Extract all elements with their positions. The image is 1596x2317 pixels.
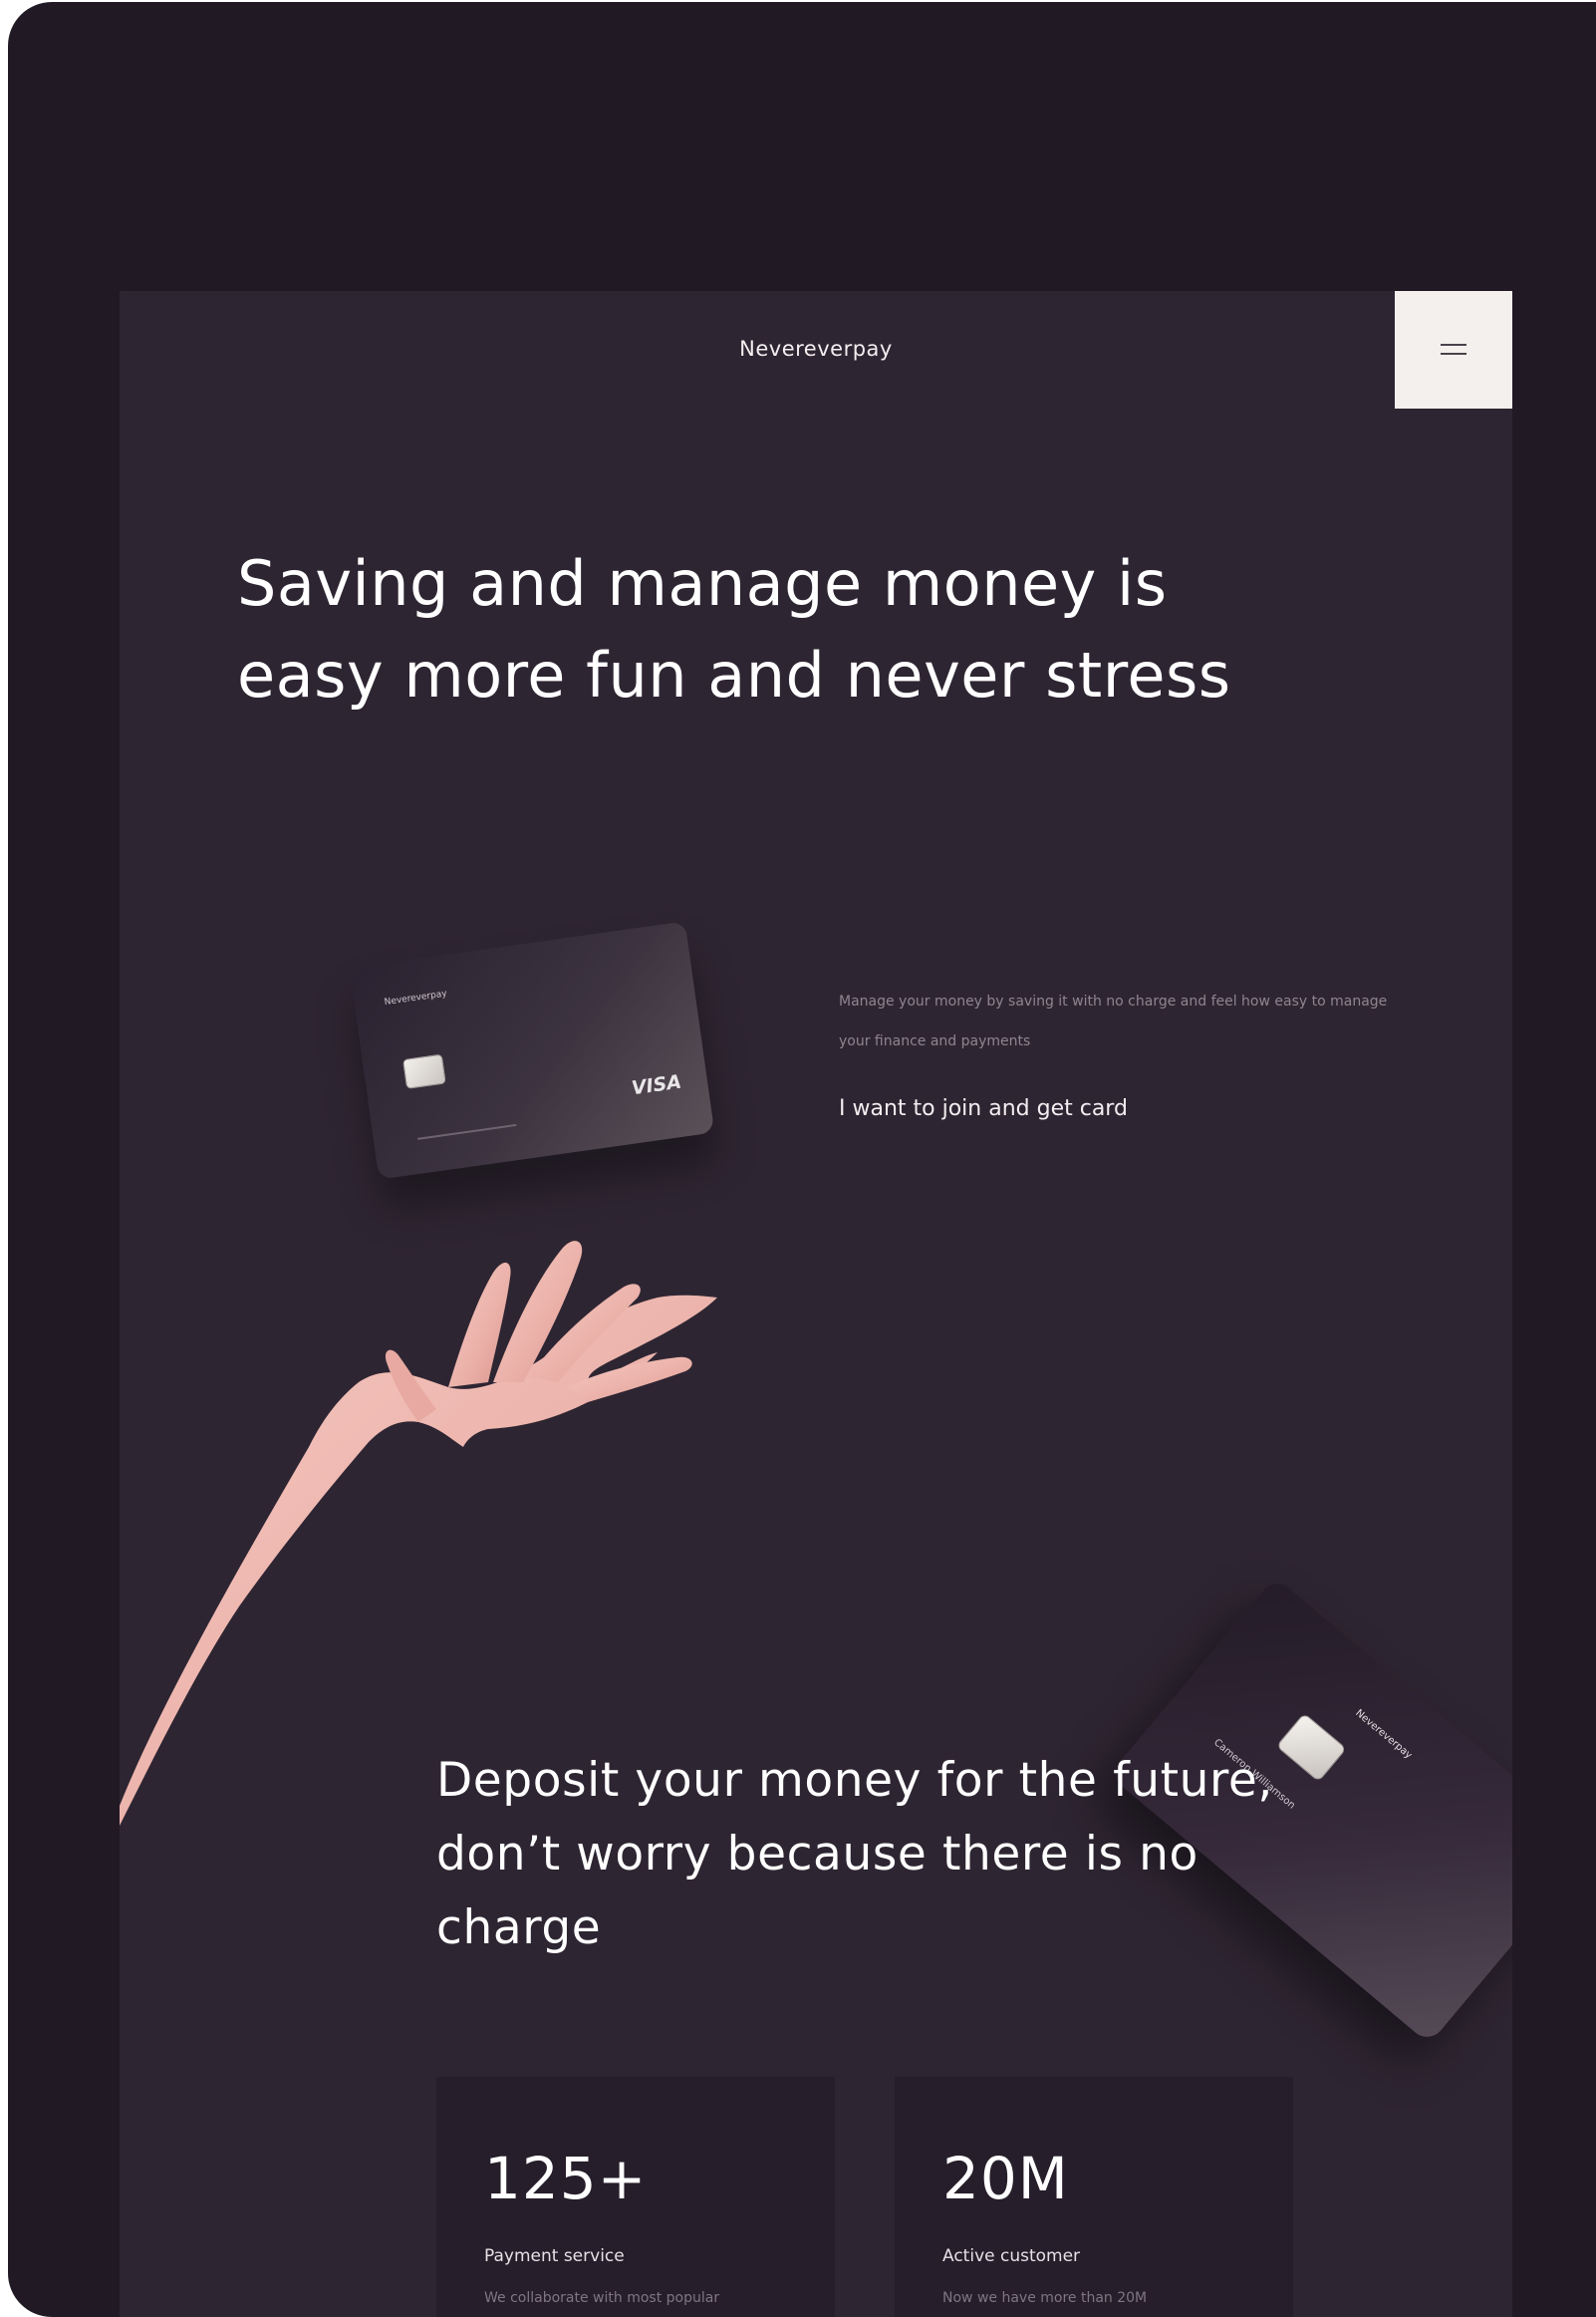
website-preview: Nevereverpay Saving and manage money is …	[120, 291, 1512, 2317]
card-brand: Nevereverpay	[384, 989, 448, 1009]
deposit-title: Deposit your money for the future, don’t…	[436, 1753, 1273, 1955]
stat-number: 125+	[484, 2145, 648, 2212]
menu-button[interactable]	[1395, 291, 1512, 409]
stat-description: We collaborate with most popular	[484, 2290, 720, 2306]
card-chip-icon	[402, 1053, 446, 1089]
hand-image	[120, 1241, 717, 1826]
card-front-image: Nevereverpay VISA	[349, 921, 715, 1180]
brand-logo[interactable]: Nevereverpay	[120, 337, 1512, 361]
stat-number: 20M	[942, 2145, 1069, 2212]
card-network-logo: VISA	[630, 1070, 683, 1100]
card-holder-line	[417, 1123, 517, 1140]
stat-card: 20M Active customer Now we have more tha…	[895, 2077, 1293, 2317]
card-back-chip-icon	[1275, 1712, 1347, 1783]
stat-label: Active customer	[942, 2246, 1081, 2266]
card-back-brand: Nevereverpay	[1353, 1707, 1415, 1762]
hero-title: Saving and manage money is easy more fun…	[237, 547, 1231, 712]
device-frame: Nevereverpay Saving and manage money is …	[8, 2, 1596, 2317]
join-cta-link[interactable]: I want to join and get card	[839, 1096, 1128, 1121]
hero-description: Manage your money by saving it with no c…	[839, 994, 1388, 1049]
stat-description: Now we have more than 20M	[942, 2290, 1148, 2306]
hamburger-menu-icon	[1441, 344, 1466, 355]
stat-label: Payment service	[484, 2246, 625, 2266]
stat-card: 125+ Payment service We collaborate with…	[436, 2077, 835, 2317]
